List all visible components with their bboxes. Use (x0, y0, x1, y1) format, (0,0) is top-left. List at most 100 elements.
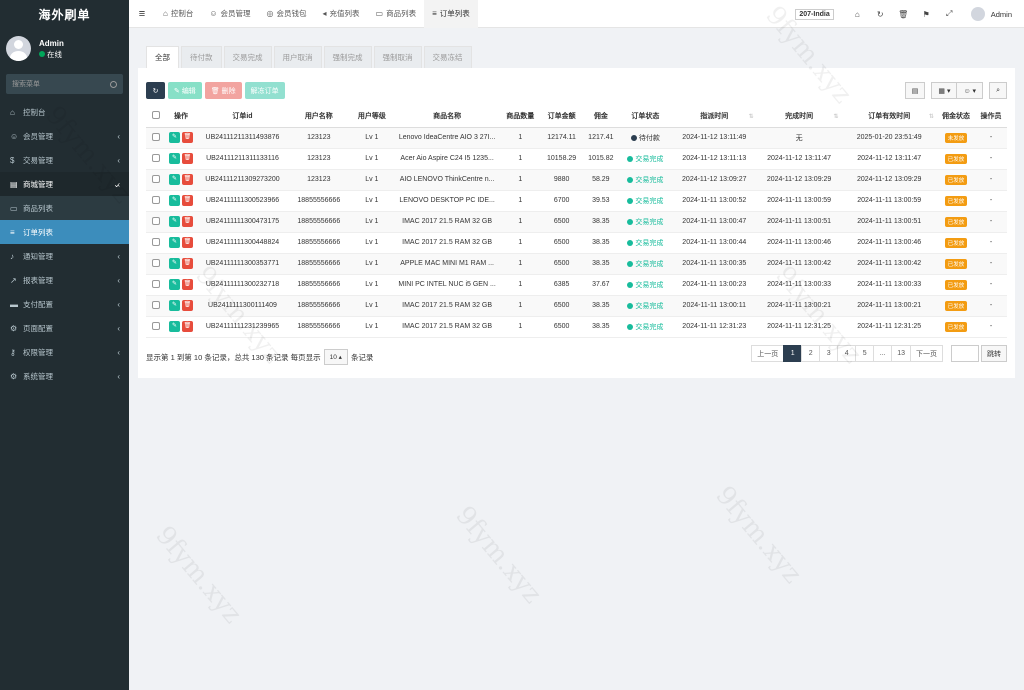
status-tab-6[interactable]: 交易冻结 (423, 46, 472, 68)
sidebar-item-6[interactable]: ♪ 通知管理 ‹ (0, 244, 129, 268)
status-tab-3[interactable]: 用户取消 (273, 46, 322, 68)
refresh-icon[interactable]: ↻ (869, 10, 892, 19)
page-button[interactable]: 3 (819, 345, 839, 362)
row-checkbox[interactable] (146, 169, 166, 191)
edit-button[interactable]: ✎ 编辑 (168, 82, 202, 99)
edit-icon[interactable]: ✎ (168, 153, 180, 164)
row-checkbox[interactable] (146, 211, 166, 233)
columns-icon[interactable]: ▦ ▾ (931, 82, 958, 99)
sidebar-item-0[interactable]: ⌂ 控制台 (0, 100, 129, 124)
top-tab-1[interactable]: ☺ 会员管理 (201, 0, 258, 28)
column-header[interactable]: 订单金额 (540, 106, 583, 128)
trash-icon[interactable]: 🗑 (892, 10, 915, 19)
top-tab-3[interactable]: ◂ 充值列表 (315, 0, 368, 28)
page-size-select[interactable]: 10 ▴ (323, 349, 348, 365)
edit-icon[interactable]: ✎ (168, 258, 180, 269)
row-checkbox[interactable] (146, 274, 166, 296)
status-tab-2[interactable]: 交易完成 (223, 46, 272, 68)
page-button[interactable]: ... (873, 345, 893, 362)
page-button[interactable]: 5 (855, 345, 875, 362)
prev-page-button[interactable]: 上一页 (751, 345, 785, 362)
column-header[interactable]: 订单状态 (618, 106, 672, 128)
column-header[interactable]: 用户名称 (288, 106, 350, 128)
column-header[interactable]: 商品数量 (500, 106, 541, 128)
search-icon[interactable]: ⌕ (989, 82, 1007, 99)
fullscreen-icon[interactable]: ⤢ (938, 9, 961, 19)
sidebar-item-10[interactable]: ⚷ 权限管理 ‹ (0, 340, 129, 364)
trash-icon[interactable]: 🗑 (181, 174, 193, 185)
page-jump-input[interactable] (951, 345, 979, 362)
page-button[interactable]: 1 (783, 345, 803, 362)
trash-icon[interactable]: 🗑 (181, 321, 193, 332)
top-tab-5[interactable]: ≡ 订单列表 (424, 0, 478, 28)
refresh-button[interactable]: ↻ (146, 82, 165, 99)
row-checkbox[interactable] (146, 190, 166, 212)
domain-badge[interactable]: 207-India (795, 8, 834, 20)
column-header[interactable]: 佣金 (582, 106, 619, 128)
export-icon[interactable]: ☺ ▾ (956, 82, 984, 99)
sidebar-item-11[interactable]: ⚙ 系统管理 ‹ (0, 364, 129, 388)
column-header[interactable]: 操作员 (975, 106, 1007, 128)
trash-icon[interactable]: 🗑 (181, 216, 193, 227)
column-header[interactable]: 用户等级 (349, 106, 395, 128)
edit-icon[interactable]: ✎ (168, 216, 180, 227)
row-checkbox[interactable] (146, 148, 166, 170)
edit-icon[interactable]: ✎ (168, 300, 180, 311)
sidebar-item-2[interactable]: $ 交易管理 ‹ (0, 148, 129, 172)
flag-icon[interactable]: ⚑ (915, 10, 938, 19)
column-header[interactable]: 完成时间 (756, 106, 842, 128)
top-tab-2[interactable]: ◎ 会员钱包 (259, 0, 315, 28)
page-button[interactable]: 4 (837, 345, 857, 362)
status-tab-4[interactable]: 强制完成 (323, 46, 372, 68)
edit-icon[interactable]: ✎ (168, 321, 180, 332)
column-header[interactable]: 操作 (165, 106, 197, 128)
delete-button[interactable]: 🗑 删除 (204, 82, 242, 99)
sidebar-search-input[interactable]: 搜索菜单 (6, 74, 123, 94)
avatar[interactable] (970, 7, 985, 21)
page-button[interactable]: 13 (891, 345, 911, 362)
column-header[interactable]: 佣金状态 (936, 106, 976, 128)
sidebar-item-3[interactable]: ▤ 商城管理 ‹ ⌄ (0, 172, 129, 196)
admin-name[interactable]: Admin (991, 10, 1012, 19)
top-tab-0[interactable]: ⌂ 控制台 (155, 0, 201, 28)
edit-icon[interactable]: ✎ (168, 174, 180, 185)
row-checkbox[interactable] (146, 295, 166, 317)
column-header[interactable]: 商品名称 (394, 106, 501, 128)
jump-button[interactable]: 跳转 (981, 345, 1007, 362)
sidebar-item-9[interactable]: ⚙ 页面配置 ‹ (0, 316, 129, 340)
sidebar-item-7[interactable]: ↗ 报表管理 ‹ (0, 268, 129, 292)
status-tab-1[interactable]: 待付款 (181, 46, 222, 68)
page-button[interactable]: 2 (801, 345, 821, 362)
edit-icon[interactable]: ✎ (168, 132, 180, 143)
trash-icon[interactable]: 🗑 (181, 132, 193, 143)
column-header[interactable]: 订单有效时间 (841, 106, 937, 128)
sidebar-item-4[interactable]: ▭ 商品列表 (0, 196, 129, 220)
unfreeze-button[interactable]: 解冻订单 (244, 82, 285, 99)
sidebar-item-8[interactable]: ▬ 支付配置 ‹ (0, 292, 129, 316)
row-checkbox[interactable] (146, 316, 166, 338)
status-tab-5[interactable]: 强制取消 (373, 46, 422, 68)
trash-icon[interactable]: 🗑 (181, 300, 193, 311)
select-all-checkbox[interactable] (146, 106, 166, 128)
trash-icon[interactable]: 🗑 (181, 279, 193, 290)
edit-icon[interactable]: ✎ (168, 279, 180, 290)
row-checkbox[interactable] (146, 253, 166, 275)
row-checkbox[interactable] (146, 127, 166, 149)
edit-icon[interactable]: ✎ (168, 195, 180, 206)
toggle-view-icon[interactable]: ▤ (904, 82, 926, 99)
trash-icon[interactable]: 🗑 (181, 153, 193, 164)
sidebar-item-5[interactable]: ≡ 订单列表 (0, 220, 129, 244)
edit-icon[interactable]: ✎ (168, 237, 180, 248)
trash-icon[interactable]: 🗑 (181, 195, 193, 206)
home-icon[interactable]: ⌂ (846, 10, 869, 19)
column-header[interactable]: 指派时间 (671, 106, 757, 128)
top-tab-4[interactable]: ▭ 商品列表 (368, 0, 425, 28)
next-page-button[interactable]: 下一页 (910, 345, 943, 362)
sidebar-item-1[interactable]: ☺ 会员管理 ‹ (0, 124, 129, 148)
menu-toggle-icon[interactable]: ≡ (129, 8, 155, 20)
status-tab-0[interactable]: 全部 (146, 46, 179, 68)
row-checkbox[interactable] (146, 232, 166, 254)
search-icon[interactable] (110, 80, 117, 88)
column-header[interactable]: 订单id (196, 106, 289, 128)
trash-icon[interactable]: 🗑 (181, 237, 193, 248)
